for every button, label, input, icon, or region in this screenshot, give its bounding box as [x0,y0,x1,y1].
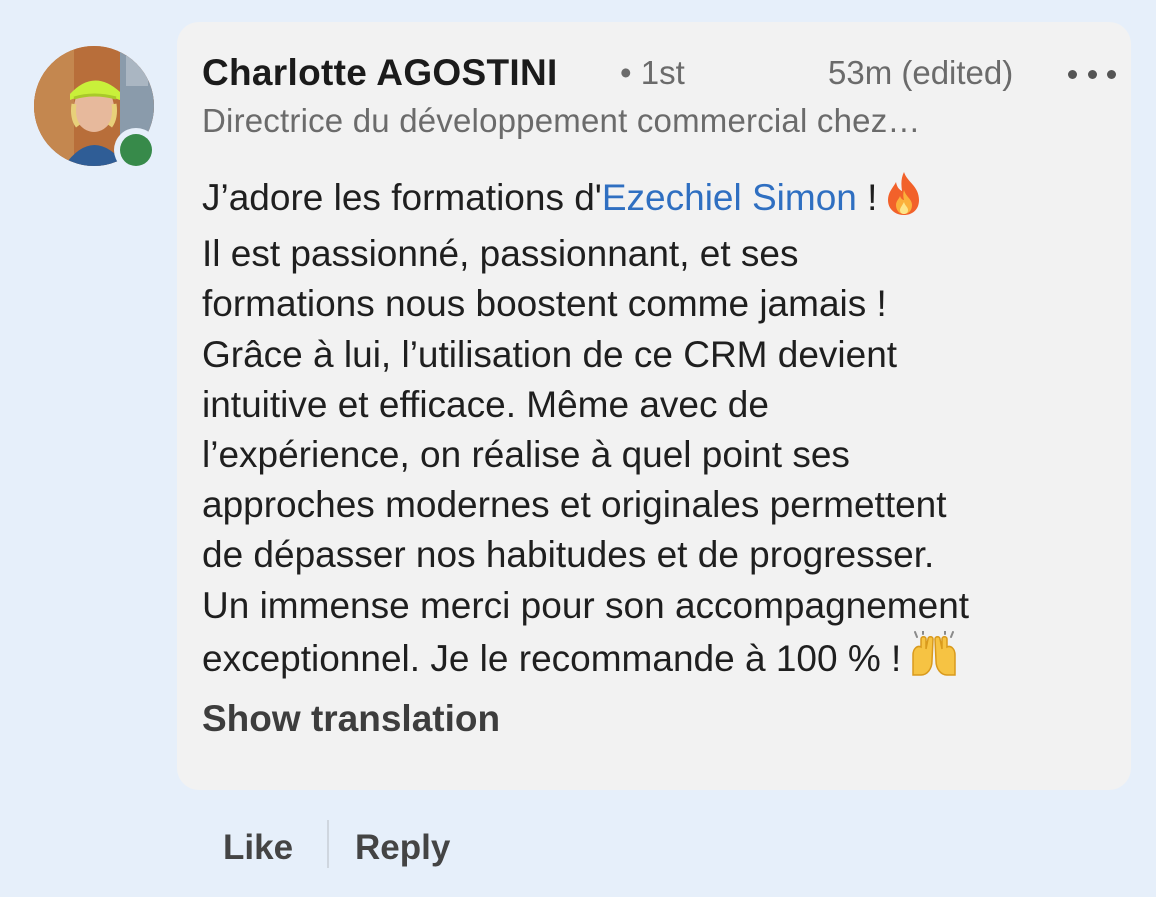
online-status-dot [114,128,158,172]
comment-bubble: Charlotte AGOSTINI • 1st 53m (edited) Di… [177,22,1131,790]
comment-thread: Charlotte AGOSTINI • 1st 53m (edited) Di… [0,0,1156,897]
comment-line: intuitive et efficace. Même avec de [202,383,769,425]
dot [1087,69,1097,79]
more-options-icon[interactable] [1068,64,1116,84]
show-translation-link[interactable]: Show translation [202,698,500,740]
author-name[interactable]: Charlotte AGOSTINI [202,52,558,94]
comment-line: exceptionnel. Je le recommande à 100 % ! [202,629,1117,690]
online-dot-icon [120,134,152,166]
comment-text-segment: J’adore les formations d' [202,177,602,218]
comment-timestamp: 53m (edited) [828,54,1014,91]
comment-header: Charlotte AGOSTINI • 1st 53m (edited) [202,52,1116,96]
action-divider [327,820,329,868]
comment-line: l’expérience, on réalise à quel point se… [202,434,850,476]
dot [1068,69,1077,79]
raising-hands-emoji-icon [907,629,961,690]
author-headline: Directrice du développement commercial c… [202,102,921,139]
comment-line: de dépasser nos habitudes et de progress… [202,534,935,576]
like-button[interactable]: Like [223,828,293,868]
comment-line: formations nous boostent comme jamais ! [202,283,887,325]
comment-line: approches modernes et originales permett… [202,484,947,526]
mention-link[interactable]: Ezechiel Simon [602,177,857,218]
comment-text-segment: ! [856,177,878,218]
dot [1107,69,1116,79]
comment-line: Un immense merci pour son accompagnement [202,584,970,626]
connection-degree: • 1st [620,54,685,91]
fire-emoji-icon [883,170,925,229]
comment-line: J’adore les formations d'Ezechiel Simon … [202,170,1117,229]
comment-line: Il est passionné, passionnant, et ses [202,233,799,275]
comment-text: J’adore les formations d'Ezechiel Simon … [202,170,1117,690]
comment-line: Grâce à lui, l’utilisation de ce CRM dev… [202,333,898,375]
comment-text-segment: exceptionnel. Je le recommande à 100 % ! [202,637,902,679]
reply-button[interactable]: Reply [355,828,450,868]
